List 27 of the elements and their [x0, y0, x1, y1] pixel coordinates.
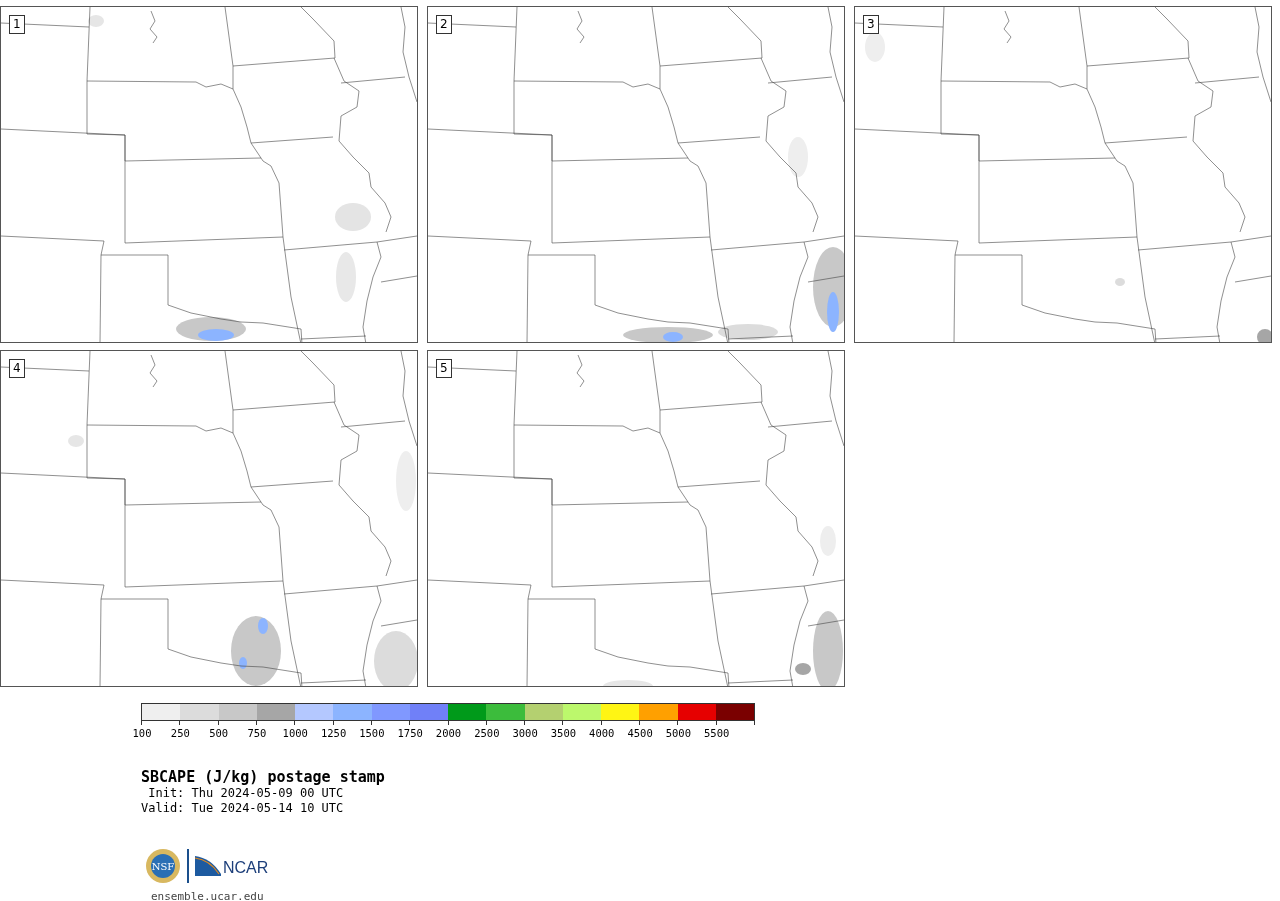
tick-label: 100	[132, 727, 152, 739]
tick-label: 5000	[665, 727, 691, 739]
tick-label: 2000	[435, 727, 462, 739]
tick-label: 3500	[550, 727, 577, 739]
tick-label: 1000	[282, 727, 308, 739]
tick-label: 1250	[320, 727, 347, 739]
tick-label: 500	[209, 727, 229, 739]
tick-label: 4500	[627, 727, 653, 739]
valid-time: Valid: Tue 2024-05-14 10 UTC	[141, 801, 345, 816]
panel-number: 4	[9, 359, 25, 378]
tick-label: 5500	[704, 727, 730, 739]
ncar-logo: NCAR	[195, 856, 269, 876]
init-time: Init: Thu 2024-05-09 00 UTC	[147, 786, 345, 801]
tick-label: 1500	[359, 727, 385, 739]
tick-label: 1750	[397, 727, 423, 739]
tick-label: 250	[170, 727, 190, 739]
panel-number: 1	[9, 15, 25, 34]
tick-label: 750	[247, 727, 267, 739]
seal-logo: NSF	[145, 848, 181, 884]
chart-title: SBCAPE (J/kg) postage stamp	[141, 769, 386, 786]
tick-label: 3000	[512, 727, 538, 739]
website-url: ensemble.ucar.edu	[151, 890, 265, 901]
tick-label: 4000	[589, 727, 615, 739]
panel-number: 2	[436, 15, 452, 34]
panel-number: 3	[863, 15, 879, 34]
panel-number: 5	[436, 359, 452, 378]
tick-label: 2500	[474, 727, 500, 739]
